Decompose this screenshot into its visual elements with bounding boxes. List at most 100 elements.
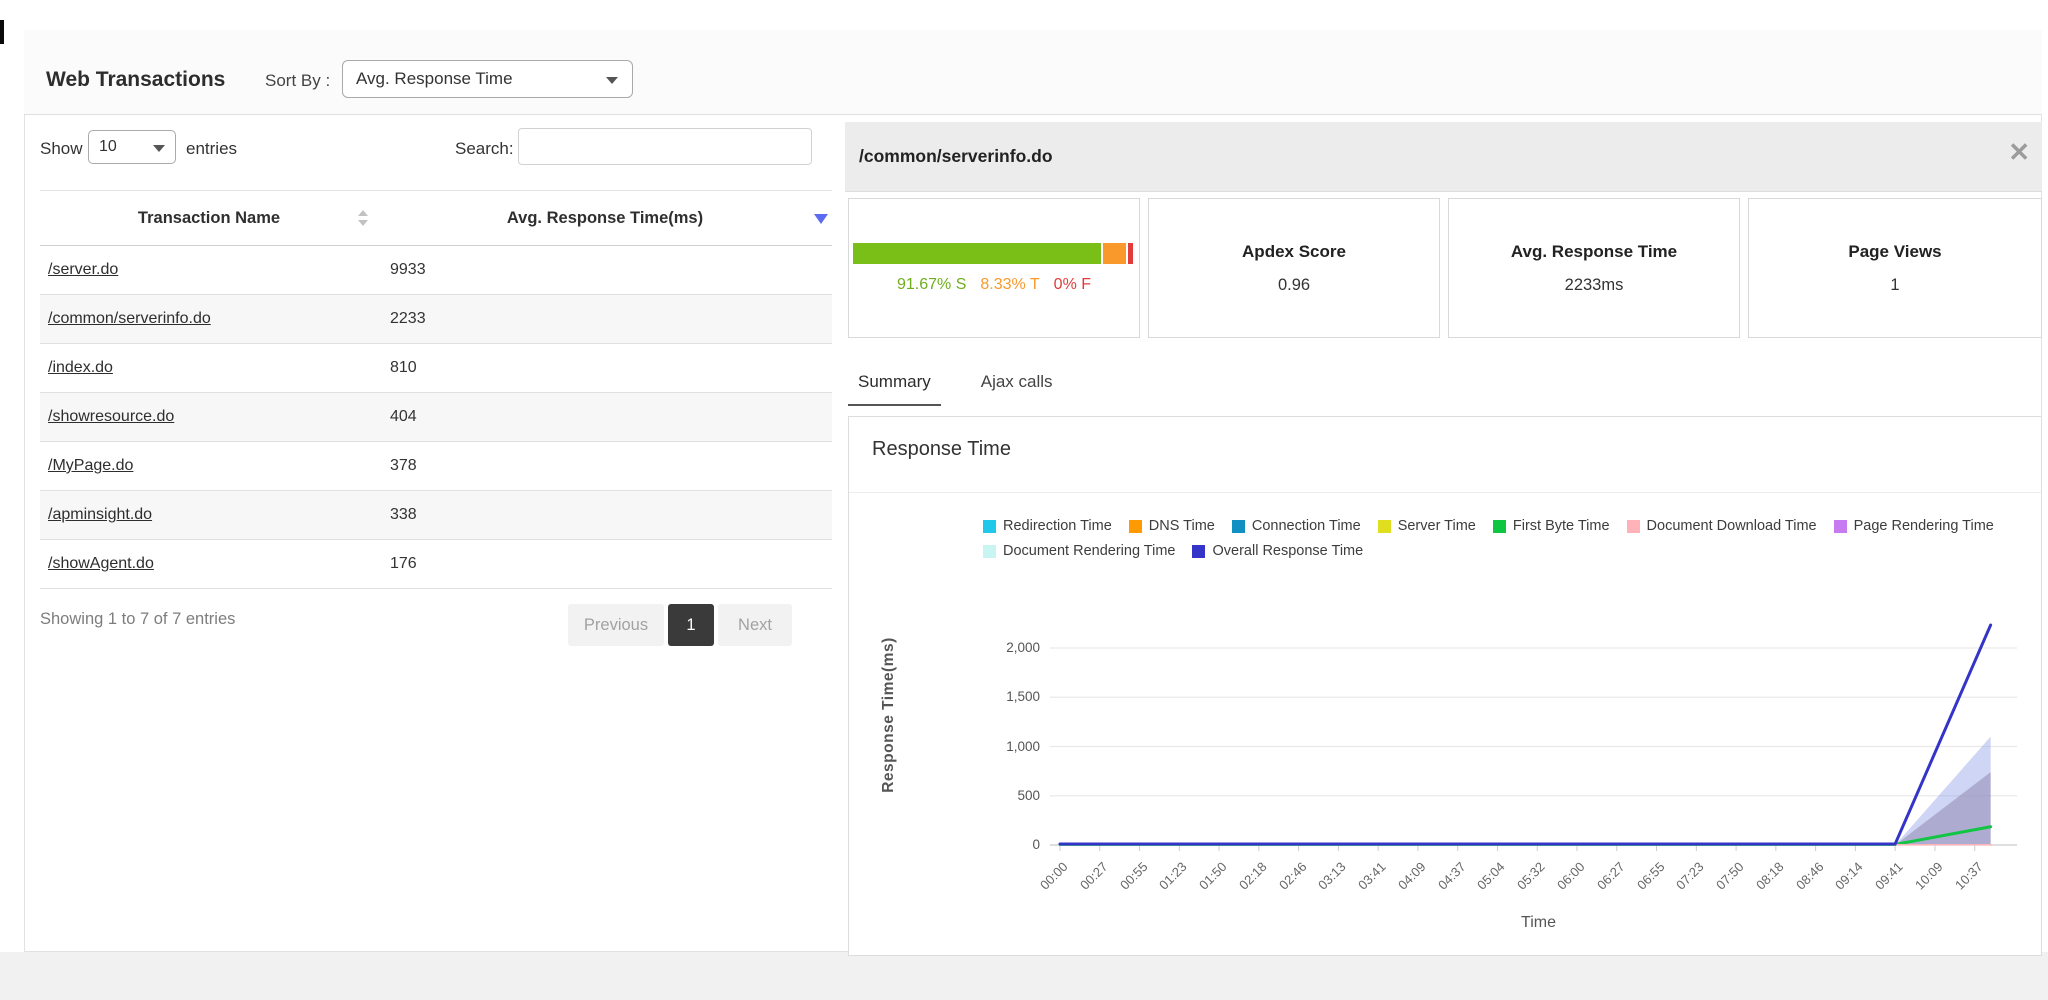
sort-by-selected-value: Avg. Response Time (356, 69, 513, 88)
y-tick-label: 2,000 (970, 640, 1040, 655)
apdex-labels: 91.67% S 8.33% T 0% F (897, 276, 1091, 294)
legend-label: Page Rendering Time (1854, 518, 1994, 534)
search-label: Search: (455, 139, 514, 159)
legend-label: Overall Response Time (1212, 543, 1363, 559)
transaction-link[interactable]: /index.do (48, 359, 113, 376)
table-row: /server.do 9933 (40, 246, 832, 295)
legend-label: Redirection Time (1003, 518, 1112, 534)
page-size-select[interactable]: 10 (88, 130, 176, 164)
transaction-link[interactable]: /apminsight.do (48, 506, 152, 523)
transaction-link[interactable]: /MyPage.do (48, 457, 133, 474)
table-row: /MyPage.do 378 (40, 442, 832, 491)
legend-swatch-icon (1129, 520, 1142, 533)
table-row: /showAgent.do176 (40, 540, 832, 589)
legend-label: Server Time (1398, 518, 1476, 534)
apdex-bar (853, 243, 1135, 264)
detail-transaction-title: /common/serverinfo.do (845, 146, 1053, 167)
card-value: 2233ms (1565, 276, 1624, 295)
legend-item[interactable]: Overall Response Time (1192, 543, 1363, 559)
table-row: /common/serverinfo.do 2233 (40, 295, 832, 344)
apdex-satisfied-segment (853, 243, 1101, 264)
table-info-text: Showing 1 to 7 of 7 entries (40, 610, 235, 629)
apdex-distribution-card: 91.67% S 8.33% T 0% F (848, 198, 1140, 338)
apdex-frustrated-segment (1128, 243, 1133, 264)
apdex-tolerating-label: 8.33% T (980, 276, 1039, 294)
sort-by-label: Sort By : (265, 71, 330, 91)
legend-swatch-icon (983, 545, 996, 558)
legend-swatch-icon (983, 520, 996, 533)
legend-item[interactable]: Document Download Time (1627, 518, 1817, 534)
legend-item[interactable]: Connection Time (1232, 518, 1361, 534)
apdex-satisfied-label: 91.67% S (897, 276, 966, 294)
divider (849, 492, 2041, 493)
legend-item[interactable]: Document Rendering Time (983, 543, 1175, 559)
pagination: Previous 1 Next (568, 604, 792, 646)
page-size-value: 10 (99, 138, 117, 155)
legend-swatch-icon (1627, 520, 1640, 533)
legend-swatch-icon (1192, 545, 1205, 558)
chevron-down-icon (606, 77, 618, 84)
tab-summary[interactable]: Summary (848, 372, 941, 406)
card-value: 0.96 (1278, 276, 1310, 295)
table-header-row: Transaction Name Avg. Response Time(ms) (40, 191, 832, 246)
legend-label: Document Download Time (1647, 518, 1817, 534)
legend-swatch-icon (1378, 520, 1391, 533)
chart-title: Response Time (872, 438, 1011, 461)
close-icon[interactable]: ✕ (2008, 139, 2030, 165)
legend-item[interactable]: First Byte Time (1493, 518, 1610, 534)
search-input[interactable] (518, 128, 812, 165)
transaction-name-cell: /showAgent.do (40, 555, 378, 573)
entries-label: entries (186, 139, 237, 159)
avg-response-time-card: Avg. Response Time 2233ms (1448, 198, 1740, 338)
transaction-name-cell: /showresource.do (40, 408, 378, 426)
avg-response-time-cell: 810 (378, 359, 832, 377)
avg-response-time-cell: 2233 (378, 310, 832, 328)
transaction-name-cell: /MyPage.do (40, 457, 378, 475)
chart-legend: Redirection Time DNS Time Connection Time S… (983, 518, 2043, 568)
table-body: /server.do9933/common/serverinfo.do2233/… (40, 246, 832, 589)
transaction-link[interactable]: /showresource.do (48, 408, 174, 425)
page-views-card: Page Views 1 (1748, 198, 2042, 338)
tab-ajax-calls[interactable]: Ajax calls (971, 372, 1063, 406)
avg-response-time-cell: 9933 (378, 261, 832, 279)
page-title: Web Transactions (46, 68, 225, 92)
legend-row: Document Rendering Time Overall Response … (983, 543, 2043, 559)
table-row: /showresource.do 404 (40, 393, 832, 442)
legend-swatch-icon (1834, 520, 1847, 533)
y-tick-label: 500 (970, 788, 1040, 803)
previous-page-button[interactable]: Previous (568, 604, 664, 646)
sort-neutral-icon[interactable] (358, 210, 368, 226)
transaction-link[interactable]: /server.do (48, 261, 118, 278)
show-label: Show (40, 139, 83, 159)
transaction-name-cell: /index.do (40, 359, 378, 377)
next-page-button[interactable]: Next (718, 604, 792, 646)
page-background-strip (0, 952, 2048, 1000)
apdex-tolerating-segment (1103, 243, 1126, 264)
table-row: /index.do 810 (40, 344, 832, 393)
transaction-link[interactable]: /common/serverinfo.do (48, 310, 211, 327)
column-header-avg-response-time[interactable]: Avg. Response Time(ms) (378, 209, 832, 228)
sort-by-select[interactable]: Avg. Response Time (342, 60, 633, 98)
chevron-down-icon (153, 145, 165, 152)
legend-label: First Byte Time (1513, 518, 1610, 534)
column-header-transaction-name[interactable]: Transaction Name (40, 209, 378, 228)
transaction-name-cell: /server.do (40, 261, 378, 279)
avg-response-time-cell: 404 (378, 408, 832, 426)
legend-item[interactable]: Page Rendering Time (1834, 518, 1994, 534)
y-axis-title: Response Time(ms) (880, 565, 898, 865)
legend-item[interactable]: DNS Time (1129, 518, 1215, 534)
legend-swatch-icon (1493, 520, 1506, 533)
page-number-button[interactable]: 1 (668, 604, 714, 646)
y-tick-label: 0 (970, 837, 1040, 852)
transaction-link[interactable]: /showAgent.do (48, 555, 154, 572)
y-tick-label: 1,500 (970, 689, 1040, 704)
avg-response-time-cell: 338 (378, 506, 832, 524)
legend-item[interactable]: Redirection Time (983, 518, 1112, 534)
transactions-table: Transaction Name Avg. Response Time(ms) … (40, 190, 832, 589)
apdex-frustrated-label: 0% F (1054, 276, 1091, 294)
transaction-name-cell: /apminsight.do (40, 506, 378, 524)
legend-label: DNS Time (1149, 518, 1215, 534)
avg-response-time-cell: 378 (378, 457, 832, 475)
sort-descending-icon[interactable] (814, 214, 828, 224)
legend-item[interactable]: Server Time (1378, 518, 1476, 534)
